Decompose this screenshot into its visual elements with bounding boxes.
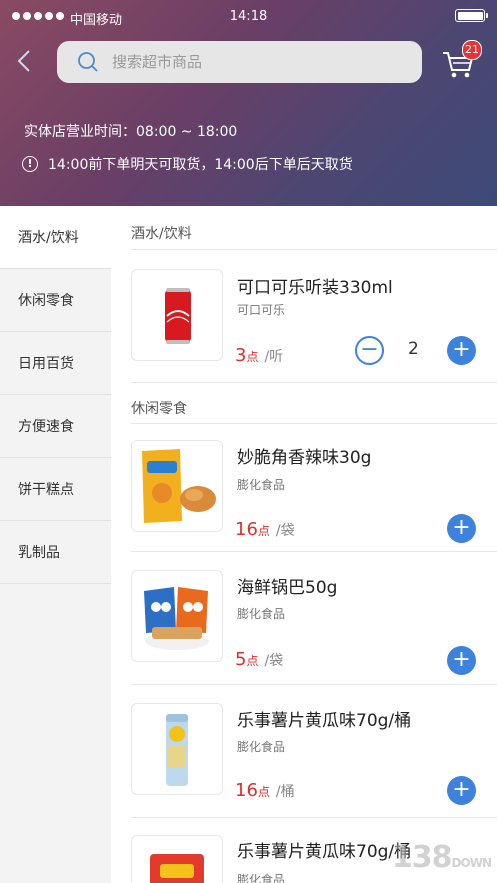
product-brand: 膨化食品: [237, 740, 286, 754]
crispy-rice-bags-image: [144, 587, 209, 650]
chips-bag-image: [150, 854, 204, 883]
decrease-quantity-button[interactable]: −: [355, 336, 384, 365]
category-sidebar: 酒水/饮料 休闲零食 日用百货 方便速食 饼干糕点 乳制品: [0, 206, 111, 883]
minus-icon: −: [360, 337, 379, 362]
plus-icon: +: [452, 777, 471, 802]
product-name: 可口可乐听装330ml: [237, 278, 393, 298]
product-brand: 可口可乐: [237, 303, 286, 317]
product-name: 海鲜锅巴50g: [237, 578, 338, 598]
sidebar-item-label: 酒水/饮料: [18, 230, 79, 246]
product-item[interactable]: 妙脆角香辣味30g 膨化食品 16点/袋 +: [111, 423, 497, 551]
product-price: 3点/听: [235, 345, 283, 366]
price-value: 3: [235, 345, 247, 366]
chips-can-image: [166, 714, 188, 786]
price-point-label: 点: [246, 350, 259, 364]
status-bar: 中国移动 14:18: [0, 0, 497, 34]
price-point-label: 点: [246, 654, 259, 668]
search-input[interactable]: [112, 41, 402, 83]
price-value: 16: [235, 780, 258, 801]
product-item[interactable]: 海鲜锅巴50g 膨化食品 5点/袋 +: [111, 551, 497, 684]
sidebar-item-biscuits[interactable]: 饼干糕点: [0, 458, 111, 521]
search-bar[interactable]: [57, 41, 422, 83]
header: 中国移动 14:18 21 实体店营业时间：08:00 ~ 18:00 ! 14…: [0, 0, 497, 206]
product-brand: 膨化食品: [237, 873, 286, 883]
section-title: 休闲零食: [131, 401, 187, 417]
plus-icon: +: [452, 337, 471, 362]
sidebar-item-snacks[interactable]: 休闲零食: [0, 269, 111, 332]
product-image: [131, 440, 223, 532]
pickup-notice-text: 14:00前下单明天可取货，14:00后下单后天取货: [48, 157, 353, 173]
cart-button[interactable]: 21: [440, 40, 482, 84]
sidebar-item-label: 日用百货: [18, 356, 74, 372]
sidebar-item-label: 方便速食: [18, 419, 74, 435]
sidebar-item-dairy[interactable]: 乳制品: [0, 521, 111, 584]
search-icon: [78, 52, 98, 72]
price-unit: /听: [264, 349, 284, 365]
back-button[interactable]: [14, 48, 36, 74]
chevron-left-icon: [17, 50, 30, 72]
price-unit: /桶: [275, 784, 295, 800]
section-title: 酒水/饮料: [131, 226, 192, 242]
sidebar-item-label: 乳制品: [18, 545, 60, 561]
product-name: 乐事薯片黄瓜味70g/桶: [237, 842, 412, 862]
product-image: [131, 835, 223, 883]
divider: [131, 382, 497, 383]
pickup-notice: ! 14:00前下单明天可取货，14:00后下单后天取货: [22, 154, 353, 174]
add-to-cart-button[interactable]: +: [447, 336, 476, 365]
product-image: [131, 703, 223, 795]
clock: 14:18: [229, 9, 268, 24]
price-value: 5: [235, 649, 247, 670]
plus-icon: +: [452, 647, 471, 672]
store-hours: 实体店营业时间：08:00 ~ 18:00: [24, 124, 238, 140]
cart-count-badge: 21: [462, 40, 482, 60]
product-price: 5点/袋: [235, 649, 283, 670]
product-price: 16点/桶: [235, 780, 295, 801]
sidebar-item-label: 休闲零食: [18, 293, 74, 309]
info-icon: !: [22, 156, 38, 172]
product-item[interactable]: 乐事薯片黄瓜味70g/桶 膨化食品 16点/桶 +: [111, 684, 497, 817]
price-value: 16: [235, 519, 258, 540]
battery-icon: [455, 9, 488, 22]
sidebar-item-instant-food[interactable]: 方便速食: [0, 395, 111, 458]
product-image: [131, 570, 223, 662]
product-price: 16点/袋: [235, 519, 295, 540]
add-to-cart-button[interactable]: +: [447, 776, 476, 805]
product-name: 乐事薯片黄瓜味70g/桶: [237, 711, 412, 731]
watermark-logo: 138DOWN: [391, 840, 492, 875]
snack-bag-image: [142, 449, 216, 523]
sidebar-item-daily-goods[interactable]: 日用百货: [0, 332, 111, 395]
price-unit: /袋: [264, 653, 284, 669]
price-point-label: 点: [257, 524, 270, 538]
coke-can-image: [165, 288, 191, 344]
add-to-cart-button[interactable]: +: [447, 646, 476, 675]
product-brand: 膨化食品: [237, 478, 286, 492]
price-unit: /袋: [275, 523, 295, 539]
price-point-label: 点: [257, 785, 270, 799]
sidebar-item-drinks[interactable]: 酒水/饮料: [0, 206, 111, 269]
product-item[interactable]: 可口可乐听装330ml 可口可乐 3点/听 − 2 +: [111, 249, 497, 382]
add-to-cart-button[interactable]: +: [447, 514, 476, 543]
product-brand: 膨化食品: [237, 607, 286, 621]
quantity-value: 2: [408, 339, 419, 359]
product-image: [131, 269, 223, 361]
plus-icon: +: [452, 515, 471, 540]
product-name: 妙脆角香辣味30g: [237, 448, 372, 468]
sidebar-item-label: 饼干糕点: [18, 482, 74, 498]
product-list: 酒水/饮料 可口可乐听装330ml 可口可乐 3点/听 − 2 + 休闲零食 妙…: [111, 206, 497, 883]
